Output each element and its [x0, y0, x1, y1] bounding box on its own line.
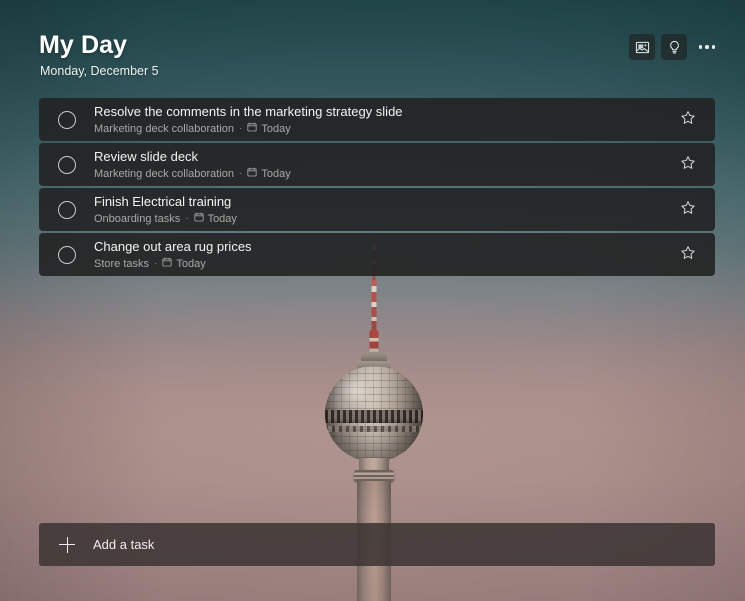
- calendar-icon: [247, 167, 257, 181]
- star-icon: [680, 155, 696, 174]
- add-task-label: Add a task: [93, 537, 155, 552]
- suggestions-button[interactable]: [661, 34, 687, 60]
- task-due-label: Today: [261, 167, 291, 180]
- task-text-block: Review slide deck Marketing deck collabo…: [94, 149, 673, 181]
- plus-icon: [59, 536, 75, 553]
- task-complete-checkbox[interactable]: [58, 110, 76, 129]
- my-day-window: My Day Monday, December 5 Resolve the co…: [0, 0, 745, 601]
- star-icon: [680, 200, 696, 219]
- task-title: Change out area rug prices: [94, 238, 252, 254]
- task-text-block: Change out area rug prices Store tasks ·: [94, 239, 673, 271]
- task-star-button[interactable]: [673, 195, 703, 225]
- task-star-button[interactable]: [673, 150, 703, 180]
- page-title: My Day: [39, 31, 128, 59]
- calendar-icon: [162, 257, 172, 271]
- task-row[interactable]: Review slide deck Marketing deck collabo…: [39, 143, 715, 186]
- ellipsis-icon: [698, 45, 716, 49]
- task-due-label: Today: [207, 212, 237, 225]
- metadata-separator: ·: [239, 122, 243, 134]
- task-row[interactable]: Resolve the comments in the marketing st…: [39, 98, 715, 141]
- task-metadata: Marketing deck collaboration · Today: [94, 167, 673, 181]
- task-due-date: Today: [193, 212, 237, 226]
- task-due-label: Today: [176, 257, 206, 270]
- metadata-separator: ·: [185, 212, 189, 224]
- task-title: Review slide deck: [94, 148, 199, 164]
- task-text-block: Finish Electrical training Onboarding ta…: [94, 194, 673, 226]
- task-metadata: Marketing deck collaboration · Today: [94, 122, 673, 136]
- metadata-separator: ·: [239, 167, 243, 179]
- task-due-date: Today: [247, 122, 291, 136]
- star-icon: [680, 110, 696, 129]
- calendar-icon: [247, 122, 257, 136]
- task-row[interactable]: Change out area rug prices Store tasks ·: [39, 233, 715, 276]
- task-list-name: Store tasks: [94, 257, 150, 270]
- more-options-button[interactable]: [693, 34, 721, 60]
- task-due-label: Today: [261, 122, 291, 135]
- task-star-button[interactable]: [673, 240, 703, 270]
- metadata-separator: ·: [154, 257, 158, 269]
- task-star-button[interactable]: [673, 105, 703, 135]
- task-due-date: Today: [162, 257, 206, 271]
- task-list-name: Marketing deck collaboration: [94, 167, 235, 180]
- star-icon: [680, 245, 696, 264]
- task-list-name: Onboarding tasks: [94, 212, 181, 225]
- change-background-button[interactable]: [629, 34, 655, 60]
- background-vignette: [0, 0, 745, 601]
- task-complete-checkbox[interactable]: [58, 200, 76, 219]
- background-photo: [0, 0, 745, 601]
- page-header: My Day Monday, December 5: [39, 30, 721, 80]
- calendar-icon: [193, 212, 204, 226]
- lightbulb-icon: [667, 40, 682, 55]
- header-actions: [629, 34, 721, 60]
- picture-icon: [635, 40, 650, 55]
- task-text-block: Resolve the comments in the marketing st…: [94, 104, 673, 136]
- task-title: Resolve the comments in the marketing st…: [94, 103, 403, 119]
- page-date: Monday, December 5: [40, 64, 159, 78]
- task-metadata: Store tasks · Today: [94, 257, 673, 271]
- task-row[interactable]: Finish Electrical training Onboarding ta…: [39, 188, 715, 231]
- task-title: Finish Electrical training: [94, 193, 232, 209]
- task-complete-checkbox[interactable]: [58, 245, 76, 264]
- add-task-bar[interactable]: Add a task: [39, 523, 715, 566]
- task-list: Resolve the comments in the marketing st…: [39, 98, 715, 278]
- task-list-name: Marketing deck collaboration: [94, 122, 235, 135]
- task-due-date: Today: [247, 167, 291, 181]
- task-metadata: Onboarding tasks · Today: [94, 212, 673, 226]
- task-complete-checkbox[interactable]: [58, 155, 76, 174]
